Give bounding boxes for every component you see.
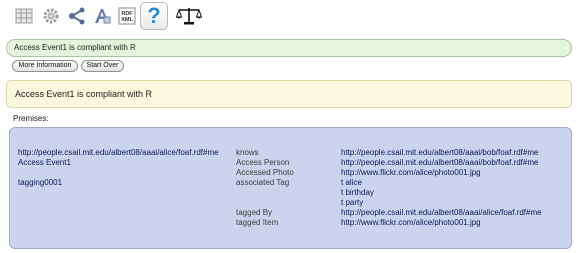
- premise-object[interactable]: http://www.flickr.com/alice/photo001.jpg: [341, 218, 481, 227]
- premise-predicate: knows: [236, 148, 259, 157]
- premise-object[interactable]: t alice: [341, 178, 362, 187]
- start-over-button[interactable]: Start Over: [81, 60, 124, 72]
- result-message-text: Access Event1 is compliant with R: [15, 89, 153, 99]
- premise-object[interactable]: t party: [341, 198, 363, 207]
- table-icon[interactable]: [13, 5, 35, 27]
- premise-object[interactable]: http://people.csail.mit.edu/albert08/aaa…: [341, 148, 538, 157]
- toolbar: RDF XML ?: [0, 0, 577, 32]
- premise-predicate: associated Tag: [236, 178, 290, 187]
- result-message: Access Event1 is compliant with R: [6, 80, 572, 108]
- premise-object[interactable]: t birthday: [341, 188, 374, 197]
- premises-panel: http://people.csail.mit.edu/albert08/aaa…: [9, 127, 572, 249]
- more-information-button[interactable]: More Information: [12, 60, 78, 72]
- scales-icon[interactable]: [175, 5, 203, 27]
- premise-object[interactable]: http://people.csail.mit.edu/albert08/aaa…: [341, 158, 538, 167]
- premise-subject[interactable]: Access Event1: [18, 158, 71, 167]
- premise-object[interactable]: http://www.flickr.com/alice/photo001.jpg: [341, 168, 481, 177]
- premise-predicate: tagged Item: [236, 218, 279, 227]
- status-bar: Access Event1 is compliant with R: [6, 39, 572, 57]
- premises-label: Premises:: [13, 114, 49, 123]
- gear-icon[interactable]: [40, 5, 62, 27]
- premise-predicate: tagged By: [236, 208, 273, 217]
- premise-predicate: Accessed Photo: [236, 168, 294, 177]
- share-icon[interactable]: [66, 5, 88, 27]
- help-icon: ?: [147, 3, 161, 28]
- premise-object[interactable]: http://people.csail.mit.edu/albert08/aaa…: [341, 208, 542, 217]
- rdf-xml-icon[interactable]: RDF XML: [116, 5, 138, 27]
- premise-subject[interactable]: tagging0001: [18, 178, 62, 187]
- format-icon[interactable]: [91, 5, 113, 27]
- premise-predicate: Access Person: [236, 158, 290, 167]
- help-button[interactable]: ?: [140, 2, 168, 30]
- premise-subject[interactable]: http://people.csail.mit.edu/albert08/aaa…: [18, 148, 219, 157]
- svg-text:XML: XML: [121, 17, 133, 23]
- status-text: Access Event1 is compliant with R: [14, 43, 136, 52]
